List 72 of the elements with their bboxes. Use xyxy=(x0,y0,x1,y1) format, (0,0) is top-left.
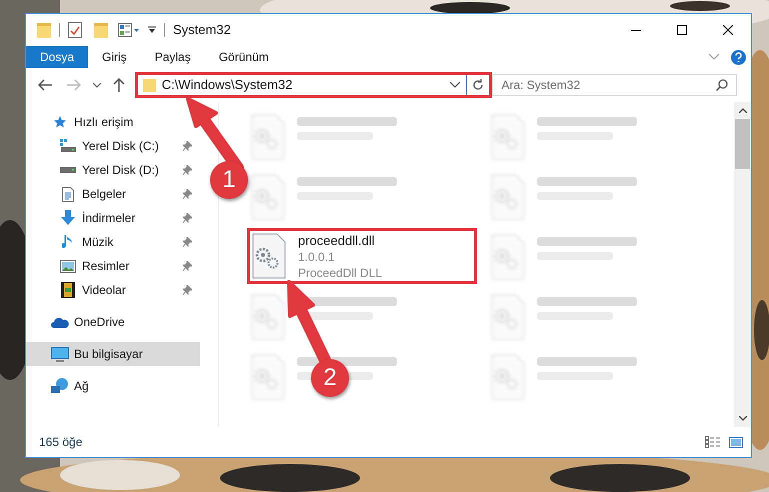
item-count: 165 öğe xyxy=(39,434,82,451)
properties-icon[interactable] xyxy=(118,23,140,37)
music-note-icon xyxy=(62,234,74,250)
large-icons-view-icon[interactable] xyxy=(729,436,743,448)
pin-icon xyxy=(183,165,192,175)
sidebar-item[interactable]: Bu bilgisayar xyxy=(26,342,200,366)
file-icon xyxy=(491,174,525,220)
pin-icon xyxy=(183,261,192,271)
chevron-down-icon[interactable] xyxy=(450,82,460,88)
pin-icon xyxy=(183,285,192,295)
chevron-down-icon[interactable] xyxy=(92,82,101,88)
dropdown-icon[interactable] xyxy=(148,26,156,34)
file-icon xyxy=(491,114,525,160)
file-icon xyxy=(491,294,525,340)
address-path: C:\Windows\System32 xyxy=(162,76,294,94)
file-icon xyxy=(251,294,285,340)
pin-icon xyxy=(183,237,192,247)
sidebar-item[interactable]: OneDrive xyxy=(26,310,176,334)
pin-icon xyxy=(183,189,192,199)
ribbon-tab[interactable]: Dosya xyxy=(26,46,88,68)
cloud-icon xyxy=(51,316,69,328)
computer-icon xyxy=(51,346,69,362)
ribbon-tab[interactable]: Paylaş xyxy=(140,46,205,68)
folder-icon xyxy=(142,78,156,92)
search-input[interactable]: Ara: System32 xyxy=(501,76,716,94)
scroll-down-icon[interactable] xyxy=(738,416,746,421)
sidebar-item[interactable]: Yerel Disk (C:) xyxy=(26,134,200,158)
scrollbar-thumb[interactable] xyxy=(735,119,750,169)
sidebar-item[interactable]: Videolar xyxy=(26,278,200,302)
sidebar-item[interactable]: Yerel Disk (D:) xyxy=(26,158,200,182)
sidebar-item[interactable]: Ağ xyxy=(26,374,176,398)
network-icon xyxy=(51,378,69,394)
details-view-icon[interactable] xyxy=(705,436,721,448)
back-arrow-icon[interactable] xyxy=(38,79,52,91)
download-icon xyxy=(60,210,76,226)
star-icon xyxy=(53,115,67,129)
help-icon[interactable] xyxy=(731,50,746,64)
film-icon xyxy=(61,282,75,298)
file-icon xyxy=(251,354,285,400)
document-icon xyxy=(62,186,74,202)
checklist-icon[interactable] xyxy=(68,22,82,38)
file-icon xyxy=(251,174,285,220)
sidebar-item[interactable]: Belgeler xyxy=(26,182,200,206)
sidebar-item[interactable]: İndirmeler xyxy=(26,206,200,230)
picture-icon xyxy=(60,260,76,272)
file-detail: 1.0.0.1 xyxy=(298,249,336,265)
up-arrow-icon[interactable] xyxy=(112,78,125,92)
ribbon-tab[interactable]: Görünüm xyxy=(204,46,283,68)
maximize-icon xyxy=(677,25,687,35)
file-name: proceeddll.dll xyxy=(298,233,376,249)
sidebar-item[interactable]: Hızlı erişim xyxy=(26,110,176,134)
file-item[interactable]: proceeddll.dll 1.0.0.1 ProceedDll DLL xyxy=(247,228,477,284)
sidebar-item[interactable]: Resimler xyxy=(26,254,200,278)
file-icon xyxy=(251,114,285,160)
drive-icon xyxy=(60,139,76,153)
sidebar-item[interactable]: Müzik xyxy=(26,230,200,254)
file-icon xyxy=(491,354,525,400)
refresh-icon[interactable] xyxy=(472,79,484,91)
scrollbar[interactable] xyxy=(734,102,751,427)
pin-icon xyxy=(183,213,192,223)
drive-icon xyxy=(60,167,76,173)
file-icon xyxy=(252,233,286,279)
address-bar[interactable]: C:\Windows\System32 xyxy=(134,72,492,98)
file-detail: ProceedDll DLL xyxy=(298,265,382,281)
search-field[interactable]: Ara: System32 xyxy=(492,74,737,96)
ribbon-tab[interactable]: Giriş xyxy=(88,46,141,68)
scroll-up-icon[interactable] xyxy=(738,108,746,113)
search-icon[interactable] xyxy=(716,79,728,91)
pin-icon xyxy=(183,141,192,151)
file-icon xyxy=(491,234,525,280)
close-icon xyxy=(723,25,733,35)
window-title: System32 xyxy=(173,21,231,40)
